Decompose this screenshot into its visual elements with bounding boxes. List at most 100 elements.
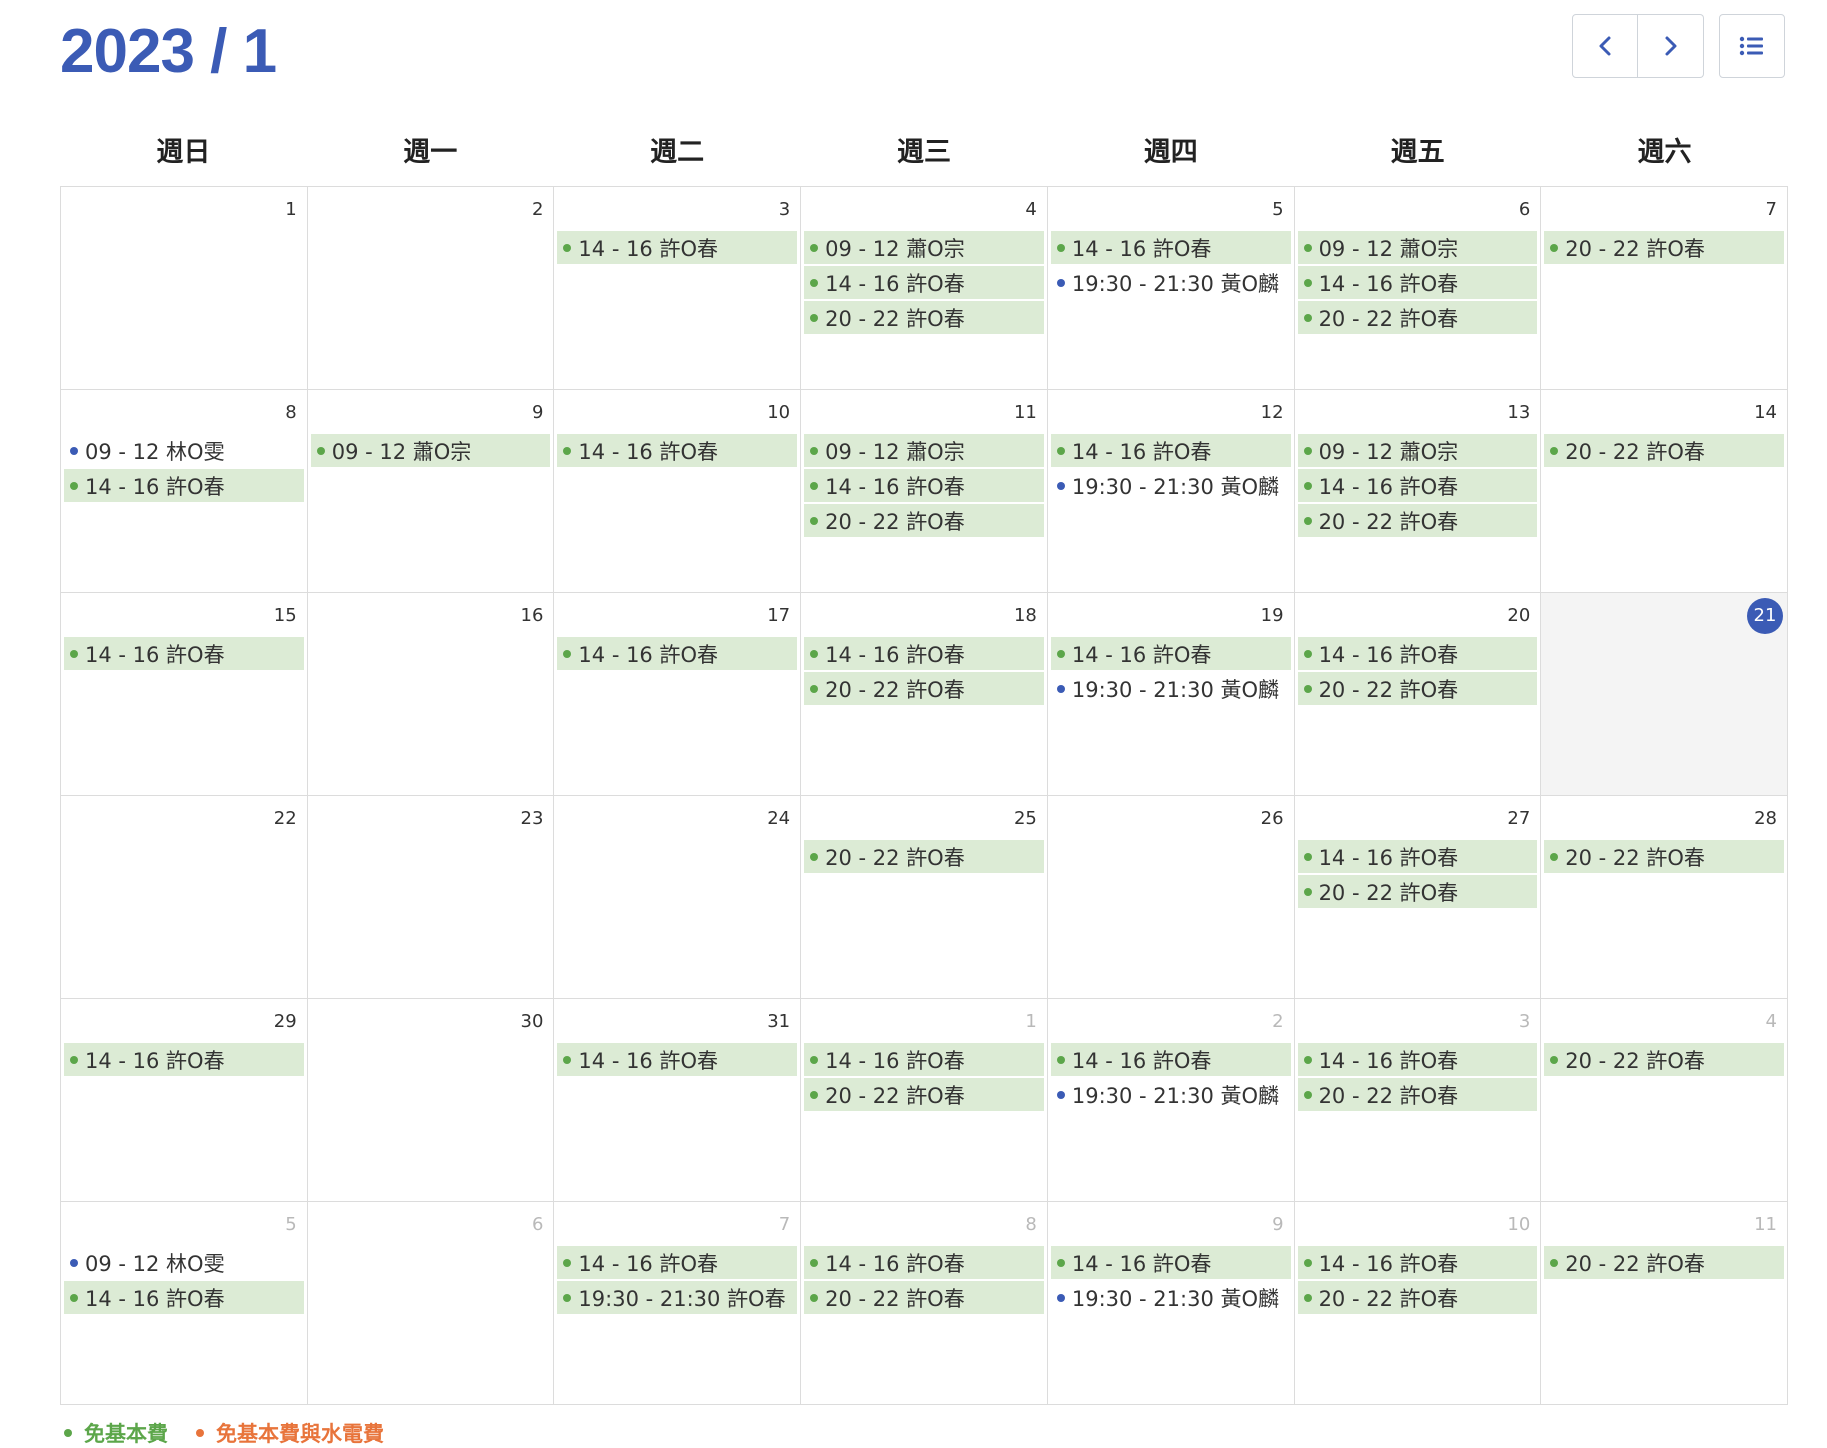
day-cell[interactable]: 1 14 - 16 許O春 20 - 22 許O春 xyxy=(801,999,1048,1202)
day-cell[interactable]: 7 20 - 22 許O春 xyxy=(1541,187,1788,390)
day-cell[interactable]: 29 14 - 16 許O春 xyxy=(61,999,308,1202)
calendar-event[interactable]: 14 - 16 許O春 xyxy=(1050,434,1291,467)
calendar-event[interactable]: 14 - 16 許O春 xyxy=(64,469,304,502)
day-cell[interactable]: 3 14 - 16 許O春 xyxy=(554,187,802,390)
day-number[interactable]: 28 xyxy=(1754,808,1777,830)
day-cell[interactable]: 3 14 - 16 許O春 20 - 22 許O春 xyxy=(1294,999,1542,1202)
calendar-event[interactable]: 14 - 16 許O春 xyxy=(1050,1043,1291,1076)
day-number[interactable]: 29 xyxy=(274,1011,297,1033)
day-number[interactable]: 25 xyxy=(1014,808,1037,830)
day-number[interactable]: 17 xyxy=(767,605,790,627)
calendar-event[interactable]: 14 - 16 許O春 xyxy=(1297,637,1538,670)
day-cell[interactable]: 16 xyxy=(307,593,555,796)
calendar-event[interactable]: 14 - 16 許O春 xyxy=(557,231,798,264)
next-month-button[interactable] xyxy=(1638,14,1704,78)
day-cell[interactable]: 6 xyxy=(307,1202,555,1405)
day-cell[interactable]: 11 20 - 22 許O春 xyxy=(1541,1202,1788,1405)
calendar-event[interactable]: 20 - 22 許O春 xyxy=(804,672,1044,705)
day-number[interactable]: 19 xyxy=(1261,605,1284,627)
day-number[interactable]: 16 xyxy=(521,605,544,627)
calendar-event[interactable]: 19:30 - 21:30 黃O麟 xyxy=(1051,672,1291,705)
calendar-event[interactable]: 14 - 16 許O春 xyxy=(1050,637,1291,670)
day-cell[interactable]: 5 09 - 12 林O雯 14 - 16 許O春 xyxy=(61,1202,308,1405)
day-cell[interactable]: 4 20 - 22 許O春 xyxy=(1541,999,1788,1202)
day-number[interactable]: 3 xyxy=(779,199,790,221)
calendar-event[interactable]: 09 - 12 蕭O宗 xyxy=(310,434,551,467)
day-cell[interactable]: 8 09 - 12 林O雯 14 - 16 許O春 xyxy=(61,390,308,593)
day-number[interactable]: 12 xyxy=(1261,402,1284,424)
day-number[interactable]: 5 xyxy=(285,1214,296,1236)
day-cell[interactable]: 10 14 - 16 許O春 20 - 22 許O春 xyxy=(1294,1202,1542,1405)
day-cell[interactable]: 11 09 - 12 蕭O宗 14 - 16 許O春 20 - 22 許O春 xyxy=(801,390,1048,593)
day-cell[interactable]: 4 09 - 12 蕭O宗 14 - 16 許O春 20 - 22 許O春 xyxy=(801,187,1048,390)
day-cell[interactable]: 26 xyxy=(1047,796,1295,999)
list-view-button[interactable] xyxy=(1719,14,1785,78)
day-number[interactable]: 4 xyxy=(1025,199,1036,221)
day-cell[interactable]: 31 14 - 16 許O春 xyxy=(554,999,802,1202)
day-number[interactable]: 27 xyxy=(1507,808,1530,830)
day-cell[interactable]: 19 14 - 16 許O春 19:30 - 21:30 黃O麟 xyxy=(1047,593,1295,796)
day-number[interactable]: 18 xyxy=(1014,605,1037,627)
day-number[interactable]: 1 xyxy=(285,199,296,221)
calendar-event[interactable]: 09 - 12 林O雯 xyxy=(64,1246,304,1279)
calendar-event[interactable]: 19:30 - 21:30 許O春 xyxy=(557,1281,798,1314)
day-number[interactable]: 15 xyxy=(274,605,297,627)
day-number[interactable]: 8 xyxy=(285,402,296,424)
day-cell[interactable]: 30 xyxy=(307,999,555,1202)
calendar-event[interactable]: 14 - 16 許O春 xyxy=(1297,469,1538,502)
calendar-event[interactable]: 20 - 22 許O春 xyxy=(804,1078,1044,1111)
today-badge[interactable]: 21 xyxy=(1746,598,1783,634)
day-cell[interactable]: 2 xyxy=(307,187,555,390)
calendar-event[interactable]: 14 - 16 許O春 xyxy=(557,637,798,670)
calendar-event[interactable]: 14 - 16 許O春 xyxy=(804,469,1044,502)
day-cell[interactable]: 1 xyxy=(61,187,308,390)
day-number[interactable]: 9 xyxy=(532,402,543,424)
day-cell[interactable]: 7 14 - 16 許O春 19:30 - 21:30 許O春 xyxy=(554,1202,802,1405)
calendar-event[interactable]: 14 - 16 許O春 xyxy=(804,1043,1044,1076)
calendar-event[interactable]: 20 - 22 許O春 xyxy=(1297,1078,1538,1111)
day-cell[interactable]: 9 09 - 12 蕭O宗 xyxy=(307,390,555,593)
day-cell[interactable]: 14 20 - 22 許O春 xyxy=(1541,390,1788,593)
day-cell[interactable]: 13 09 - 12 蕭O宗 14 - 16 許O春 20 - 22 許O春 xyxy=(1294,390,1542,593)
day-number[interactable]: 6 xyxy=(532,1214,543,1236)
calendar-event[interactable]: 14 - 16 許O春 xyxy=(1297,1246,1538,1279)
calendar-event[interactable]: 20 - 22 許O春 xyxy=(1297,875,1538,908)
day-number[interactable]: 8 xyxy=(1025,1214,1036,1236)
day-number[interactable]: 6 xyxy=(1519,199,1530,221)
calendar-event[interactable]: 14 - 16 許O春 xyxy=(1297,840,1538,873)
calendar-event[interactable]: 14 - 16 許O春 xyxy=(557,1246,798,1279)
calendar-event[interactable]: 14 - 16 許O春 xyxy=(64,1281,304,1314)
prev-month-button[interactable] xyxy=(1572,14,1638,78)
calendar-event[interactable]: 09 - 12 蕭O宗 xyxy=(1297,231,1538,264)
day-cell[interactable]: 5 14 - 16 許O春 19:30 - 21:30 黃O麟 xyxy=(1047,187,1295,390)
day-number[interactable]: 14 xyxy=(1754,402,1777,424)
day-cell[interactable]: 9 14 - 16 許O春 19:30 - 21:30 黃O麟 xyxy=(1047,1202,1295,1405)
day-number[interactable]: 20 xyxy=(1507,605,1530,627)
day-number[interactable]: 11 xyxy=(1014,402,1037,424)
day-number[interactable]: 7 xyxy=(1766,199,1777,221)
day-number[interactable]: 23 xyxy=(521,808,544,830)
day-cell[interactable]: 18 14 - 16 許O春 20 - 22 許O春 xyxy=(801,593,1048,796)
day-cell[interactable]: 25 20 - 22 許O春 xyxy=(801,796,1048,999)
day-number[interactable]: 3 xyxy=(1519,1011,1530,1033)
calendar-event[interactable]: 14 - 16 許O春 xyxy=(804,637,1044,670)
day-cell[interactable]: 15 14 - 16 許O春 xyxy=(61,593,308,796)
day-cell[interactable]: 23 xyxy=(307,796,555,999)
day-number[interactable]: 10 xyxy=(767,402,790,424)
calendar-event[interactable]: 19:30 - 21:30 黃O麟 xyxy=(1051,1078,1291,1111)
calendar-event[interactable]: 20 - 22 許O春 xyxy=(804,504,1044,537)
calendar-event[interactable]: 14 - 16 許O春 xyxy=(1050,1246,1291,1279)
day-cell[interactable]: 10 14 - 16 許O春 xyxy=(554,390,802,593)
calendar-event[interactable]: 14 - 16 許O春 xyxy=(64,637,304,670)
day-cell[interactable]: 12 14 - 16 許O春 19:30 - 21:30 黃O麟 xyxy=(1047,390,1295,593)
calendar-event[interactable]: 19:30 - 21:30 黃O麟 xyxy=(1051,1281,1291,1314)
day-cell[interactable]: 6 09 - 12 蕭O宗 14 - 16 許O春 20 - 22 許O春 xyxy=(1294,187,1542,390)
day-cell[interactable]: 24 xyxy=(554,796,802,999)
calendar-event[interactable]: 14 - 16 許O春 xyxy=(1050,231,1291,264)
calendar-event[interactable]: 14 - 16 許O春 xyxy=(64,1043,304,1076)
calendar-event[interactable]: 14 - 16 許O春 xyxy=(804,1246,1044,1279)
day-cell[interactable]: 8 14 - 16 許O春 20 - 22 許O春 xyxy=(801,1202,1048,1405)
day-number[interactable]: 7 xyxy=(779,1214,790,1236)
day-number[interactable]: 11 xyxy=(1754,1214,1777,1236)
calendar-event[interactable]: 20 - 22 許O春 xyxy=(1544,1246,1784,1279)
